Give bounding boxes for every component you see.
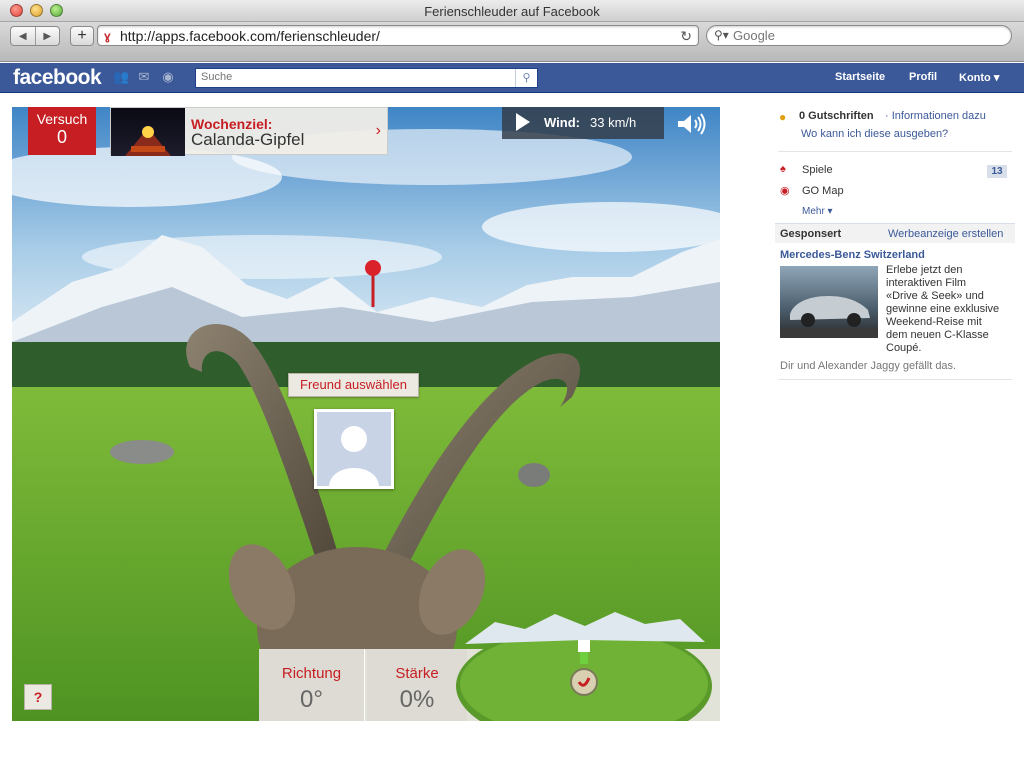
wind-direction-arrow-icon: [516, 113, 530, 131]
direction-readout: Richtung 0°: [259, 649, 365, 721]
sponsored-header: Gesponsert Werbeanzeige erstellen: [775, 223, 1015, 243]
browser-search-input[interactable]: [733, 28, 1003, 43]
facebook-search: ⚲: [195, 68, 538, 88]
url-text[interactable]: http://apps.facebook.com/ferienschleuder…: [120, 28, 380, 44]
site-favicon-icon: ɣ: [104, 29, 111, 43]
attempt-label: Versuch: [36, 111, 88, 127]
ad-social-context: Dir und Alexander Jaggy gefällt das.: [780, 360, 957, 372]
browser-toolbar: ◀ ▶ + ɣ http://apps.facebook.com/feriens…: [0, 22, 1024, 62]
search-icon: ⚲▾: [714, 28, 729, 42]
forward-button[interactable]: ▶: [36, 27, 60, 45]
go-map-icon: ◉: [780, 185, 790, 197]
direction-label: Richtung: [281, 665, 342, 682]
facebook-search-input[interactable]: [201, 71, 511, 83]
credits-info-link[interactable]: · Informationen dazu: [885, 110, 986, 122]
reload-icon[interactable]: ↻: [680, 28, 692, 45]
wind-indicator: Wind: 33 km/h: [502, 107, 664, 139]
credits-coin-icon: ●: [779, 110, 787, 124]
divider: [778, 379, 1012, 380]
window-title: Ferienschleuder auf Facebook: [424, 4, 600, 19]
attempt-value: 0: [56, 127, 67, 147]
games-icon: ♠: [780, 163, 786, 175]
weekly-goal-thumbnail: [111, 108, 185, 156]
messages-icon[interactable]: ✉: [137, 70, 151, 84]
ad-text: Erlebe jetzt den interaktiven Film «Driv…: [886, 264, 1000, 354]
wind-label: Wind:: [544, 115, 580, 130]
attempt-counter: Versuch 0: [28, 107, 96, 155]
address-bar[interactable]: ɣ http://apps.facebook.com/ferienschleud…: [97, 25, 699, 46]
strength-readout: Stärke 0%: [367, 649, 467, 721]
wind-value: 33 km/h: [590, 115, 637, 130]
silhouette-avatar-icon: [317, 412, 391, 486]
divider: [778, 151, 1012, 152]
sponsored-label: Gesponsert: [780, 228, 842, 240]
weekly-goal-banner[interactable]: Wochenziel: Calanda-Gipfel ›: [110, 107, 388, 156]
sidebar-more-link[interactable]: Mehr ▾: [802, 206, 833, 217]
nav-home-link[interactable]: Startseite: [835, 71, 885, 83]
facebook-logo[interactable]: facebook: [13, 66, 102, 90]
back-button[interactable]: ◀: [11, 27, 36, 45]
direction-value: 0°: [300, 686, 323, 713]
sidebar-item-go-map[interactable]: GO Map: [802, 185, 844, 197]
games-count-badge: 13: [987, 165, 1007, 178]
friend-avatar-placeholder[interactable]: [314, 409, 394, 489]
back-forward-buttons: ◀ ▶: [10, 26, 60, 46]
browser-search-bar[interactable]: ⚲▾: [706, 25, 1012, 46]
game-canvas[interactable]: Versuch 0 Wochenziel: Calanda-Gipfel › W…: [12, 107, 720, 721]
strength-label: Stärke: [395, 665, 439, 682]
ad-title-link[interactable]: Mercedes-Benz Switzerland: [780, 249, 925, 261]
create-ad-link[interactable]: Werbeanzeige erstellen: [888, 228, 1003, 240]
aiming-minimap[interactable]: [455, 604, 713, 721]
chevron-right-icon[interactable]: ›: [376, 122, 381, 140]
add-bookmark-button[interactable]: +: [70, 26, 94, 46]
nav-account-menu[interactable]: Konto ▾: [959, 71, 999, 84]
credits-where-link[interactable]: Wo kann ich diese ausgeben?: [801, 128, 948, 140]
credits-balance: 0 Gutschriften: [799, 110, 874, 122]
weekly-goal-value: Calanda-Gipfel: [191, 130, 305, 149]
strength-value: 0%: [399, 686, 435, 713]
choose-friend-button[interactable]: Freund auswählen: [288, 373, 419, 397]
window-titlebar: Ferienschleuder auf Facebook: [0, 0, 1024, 22]
help-button[interactable]: ?: [24, 684, 52, 710]
notifications-globe-icon[interactable]: ◉: [161, 70, 175, 84]
facebook-header: facebook 👥 ✉ ◉ ⚲ Startseite Profil Konto…: [0, 63, 1024, 93]
nav-profile-link[interactable]: Profil: [909, 71, 937, 83]
friend-requests-icon[interactable]: 👥: [113, 70, 129, 84]
sidebar-item-games[interactable]: Spiele: [802, 164, 833, 176]
ad-image[interactable]: [780, 266, 878, 338]
search-icon[interactable]: ⚲: [515, 69, 537, 87]
sound-icon[interactable]: [676, 113, 708, 135]
